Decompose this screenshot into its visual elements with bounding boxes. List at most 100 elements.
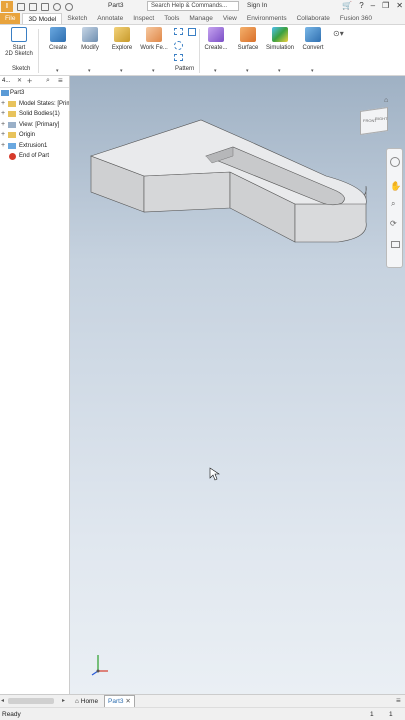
- axis-triad: [91, 655, 108, 676]
- tab-3d-model[interactable]: 3D Model: [22, 13, 63, 24]
- browser-item-extrusion[interactable]: + Extrusion1: [0, 141, 69, 152]
- extruded-part[interactable]: [90, 119, 367, 243]
- help-icon[interactable]: ?: [359, 1, 363, 10]
- pan-icon[interactable]: ✋: [390, 181, 401, 192]
- chevron-down-icon[interactable]: ▾: [120, 68, 123, 74]
- close-icon[interactable]: ✕: [125, 698, 130, 705]
- expand-icon[interactable]: +: [1, 141, 5, 152]
- redo-icon[interactable]: [65, 2, 73, 11]
- convert-button[interactable]: Convert: [296, 27, 330, 51]
- tab-menu-icon[interactable]: ≡: [396, 696, 401, 705]
- document-title: Part3: [108, 2, 124, 9]
- chevron-down-icon[interactable]: ▾: [246, 68, 249, 74]
- folder-icon: [8, 100, 16, 107]
- simulation-icon: [272, 27, 288, 42]
- create-freeform-label: Create...: [204, 45, 228, 51]
- viewcube-home-icon[interactable]: ⌂: [384, 97, 388, 104]
- create-label: Create: [48, 45, 67, 51]
- app-logo[interactable]: I: [1, 1, 13, 12]
- circular-pattern-icon[interactable]: [174, 41, 183, 50]
- modify-button[interactable]: Modify: [73, 27, 107, 51]
- orbit-icon[interactable]: ⟳: [390, 219, 397, 228]
- close-button[interactable]: ✕: [396, 1, 403, 10]
- save-icon[interactable]: [41, 2, 49, 11]
- browser-tab[interactable]: 4...: [2, 78, 10, 84]
- sketch-group-label: Sketch: [12, 66, 31, 72]
- chevron-down-icon[interactable]: ▾: [311, 68, 314, 74]
- model-browser: 4... ✕ + ⌕ ≡ Part3 + Model States: [Prim…: [0, 76, 70, 698]
- create-freeform-button[interactable]: Create...: [199, 27, 233, 51]
- ribbon-options-icon[interactable]: ⊙▾: [333, 29, 344, 38]
- undo-icon[interactable]: [53, 2, 61, 11]
- viewcube-right-label: RIGHT: [375, 116, 388, 121]
- restore-button[interactable]: ❐: [382, 1, 389, 10]
- minimize-button[interactable]: –: [371, 1, 375, 10]
- tab-collaborate[interactable]: Collaborate: [292, 13, 335, 24]
- tab-home[interactable]: ⌂ Home: [72, 696, 101, 707]
- tab-tools[interactable]: Tools: [159, 13, 184, 24]
- chevron-down-icon[interactable]: ▾: [214, 68, 217, 74]
- browser-item-label: Solid Bodies(1): [19, 111, 60, 117]
- tab-fusion-360[interactable]: Fusion 360: [335, 13, 377, 24]
- mirror-icon[interactable]: [174, 54, 183, 61]
- tab-inspect[interactable]: Inspect: [128, 13, 159, 24]
- expand-icon[interactable]: +: [1, 130, 5, 141]
- expand-icon[interactable]: +: [1, 99, 5, 110]
- pattern-group-label: Pattern: [175, 66, 195, 72]
- status-bar: Ready 1 1: [0, 707, 405, 720]
- tab-environments[interactable]: Environments: [242, 13, 292, 24]
- work-plane-icon: [146, 27, 162, 42]
- tab-view[interactable]: View: [218, 13, 242, 24]
- browser-item-solid-bodies[interactable]: + Solid Bodies(1): [0, 109, 69, 120]
- work-features-button[interactable]: Work Fe...: [137, 27, 171, 51]
- search-input[interactable]: Search Help & Commands...: [147, 1, 239, 11]
- browser-item-view[interactable]: + View: [Primary]: [0, 120, 69, 131]
- start-sketch-button[interactable]: Start 2D Sketch: [2, 27, 36, 57]
- part-icon: [1, 90, 9, 96]
- tab-sketch[interactable]: Sketch: [62, 13, 92, 24]
- search-icon[interactable]: ⌕: [46, 77, 50, 85]
- look-at-icon[interactable]: [391, 241, 400, 248]
- tab-file[interactable]: File: [0, 13, 21, 24]
- viewcube[interactable]: ⌂ FRONT RIGHT: [358, 97, 390, 135]
- cart-icon[interactable]: 🛒: [342, 1, 352, 10]
- chevron-down-icon[interactable]: ▾: [152, 68, 155, 74]
- ribbon-tabs: File 3D Model Sketch Annotate Inspect To…: [0, 13, 405, 25]
- chevron-down-icon[interactable]: ▾: [56, 68, 59, 74]
- zoom-icon[interactable]: ⌕: [391, 199, 395, 209]
- explore-label: Explore: [111, 45, 133, 51]
- sign-in-link[interactable]: Sign In: [247, 2, 267, 9]
- browser-item-label: Extrusion1: [19, 142, 48, 149]
- browser-item-origin[interactable]: + Origin: [0, 130, 69, 141]
- explore-button[interactable]: Explore: [105, 27, 139, 51]
- surface-button[interactable]: Surface: [231, 27, 265, 51]
- chevron-down-icon[interactable]: ▾: [278, 68, 281, 74]
- new-file-icon[interactable]: [17, 2, 25, 11]
- steering-wheel-icon[interactable]: [390, 157, 400, 167]
- add-icon[interactable]: +: [27, 76, 32, 86]
- work-features-label: Work Fe...: [140, 45, 168, 51]
- tab-manage[interactable]: Manage: [184, 13, 218, 24]
- browser-item-end-of-part[interactable]: End of Part: [0, 151, 69, 162]
- menu-icon[interactable]: ≡: [58, 76, 63, 85]
- expand-icon[interactable]: +: [1, 120, 5, 131]
- open-file-icon[interactable]: [29, 2, 37, 11]
- browser-scrollbar[interactable]: [8, 698, 54, 704]
- create-button[interactable]: Create: [41, 27, 75, 51]
- browser-item-part[interactable]: Part3: [0, 88, 69, 99]
- chevron-down-icon[interactable]: ▾: [88, 68, 91, 74]
- tab-part3[interactable]: Part3 ✕: [104, 695, 135, 707]
- sketch-driven-pattern-icon[interactable]: [188, 28, 196, 36]
- expand-icon[interactable]: +: [1, 109, 5, 120]
- rectangular-pattern-icon[interactable]: [174, 28, 183, 35]
- mouse-cursor-icon: [209, 467, 220, 481]
- scroll-right-icon[interactable]: ▸: [62, 697, 65, 704]
- scroll-left-icon[interactable]: ◂: [1, 697, 4, 704]
- tab-annotate[interactable]: Annotate: [92, 13, 128, 24]
- modify-label: Modify: [81, 45, 99, 51]
- simulation-button[interactable]: Simulation: [263, 27, 297, 51]
- browser-item-model-states[interactable]: + Model States: [Prima: [0, 99, 69, 110]
- view-icon: [8, 121, 16, 128]
- close-icon[interactable]: ✕: [17, 77, 22, 84]
- graphics-viewport[interactable]: ⌂ FRONT RIGHT ✋ ⌕ ⟳: [70, 76, 405, 694]
